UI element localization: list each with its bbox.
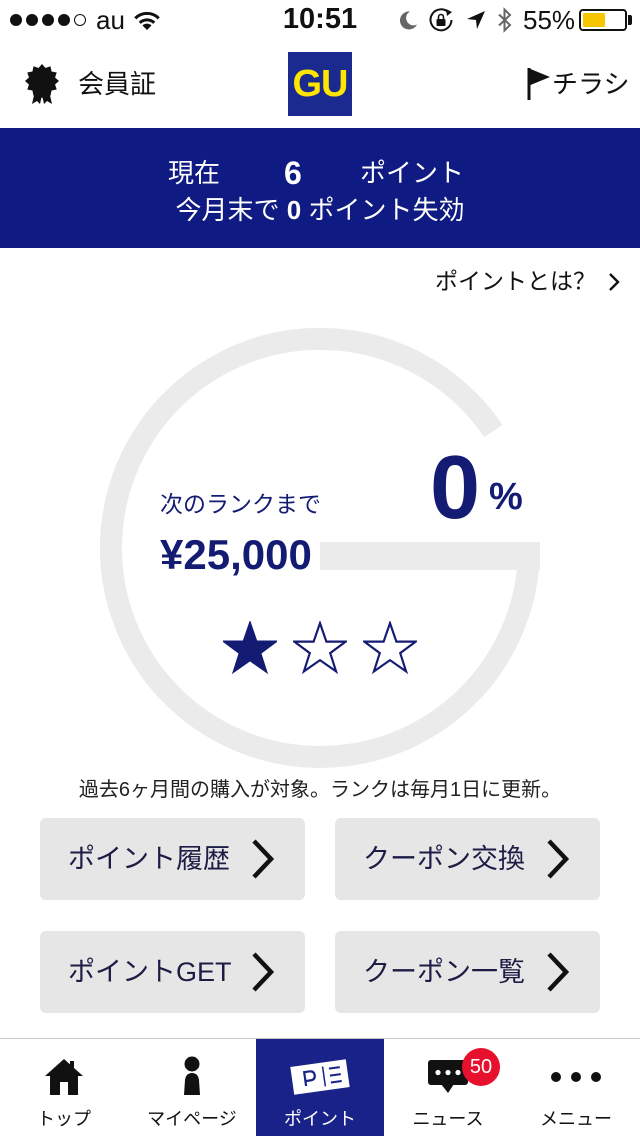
current-label: 現在 [168,158,221,188]
points-banner: 現在 6 ポイント 今月末で 0 ポイント失効 [0,128,640,248]
tab-label: ニュース [412,1109,484,1129]
point-history-button[interactable]: ポイント履歴 [40,818,305,900]
rank-progress-ring [100,327,540,768]
points-unit: ポイント [360,158,465,188]
coupon-exchange-button[interactable]: クーポン交換 [335,818,600,900]
tab-label: メニュー [540,1109,612,1129]
tab-mypage[interactable]: マイページ [128,1039,256,1136]
expiry-line: 今月末で 0 ポイント失効 [0,197,640,223]
star-outline-icon [293,621,347,675]
current-points: 6 [284,155,302,191]
tab-menu[interactable]: メニュー [512,1039,640,1136]
tab-label: ポイント [284,1109,356,1129]
moon-icon [399,11,417,30]
rank-progress-percent: 0 [430,438,481,538]
member-card-label: 会員証 [78,69,157,99]
star-outline-icon [363,621,417,675]
more-dots-icon [551,1072,601,1082]
expiry-prefix: 今月末で [175,195,280,225]
chevron-right-icon [609,272,620,291]
chevron-right-icon [547,952,570,992]
chevron-right-icon [252,952,275,992]
tab-news[interactable]: 50 ニュース [384,1039,512,1136]
person-icon [184,1056,200,1095]
point-history-label: ポイント履歴 [68,843,230,874]
point-get-button[interactable]: ポイントGET [40,931,305,1013]
star-filled-icon [223,621,277,675]
tab-label: マイページ [147,1109,237,1129]
member-card-button[interactable]: 会員証 [24,60,156,108]
about-points-label: ポイントとは？ [435,268,596,294]
tab-label: トップ [37,1109,91,1129]
flyer-label: チラシ [552,69,630,99]
tab-points[interactable]: ポイント [256,1039,384,1136]
battery-terminal [628,15,632,25]
badge-icon [25,64,59,104]
chevron-right-icon [547,839,570,879]
expiry-suffix: ポイント失効 [308,195,465,225]
flyer-button[interactable]: チラシ [526,62,629,106]
location-icon [467,11,485,29]
gu-logo: GU [288,52,352,116]
battery-percentage: 55% [523,5,576,35]
flag-icon [527,68,550,100]
percent-sign: % [489,476,523,518]
bluetooth-icon [498,7,512,33]
amount-to-next-rank: ¥25,000 [160,531,312,578]
rotation-lock-icon [429,8,453,32]
coupon-list-button[interactable]: クーポン一覧 [335,931,600,1013]
about-points-link[interactable]: ポイントとは？ [435,270,620,293]
rank-stars [223,621,417,675]
next-rank-label: 次のランクまで [160,491,321,517]
chevron-right-icon [252,839,275,879]
coupon-exchange-label: クーポン交換 [363,843,525,874]
battery-level-fill [583,13,605,27]
home-icon [45,1059,83,1095]
point-card-icon [290,1059,350,1095]
coupon-list-label: クーポン一覧 [363,956,525,987]
battery-icon [579,9,627,31]
notification-badge: 50 [462,1048,500,1086]
tab-bar: トップ マイページ ポイント 50 ニュース メニュー [0,1038,640,1136]
tab-top[interactable]: トップ [0,1039,128,1136]
point-get-label: ポイントGET [68,956,232,987]
expiring-points: 0 [286,195,302,225]
rank-note: 過去6ヶ月間の購入が対象。ランクは毎月1日に更新。 [78,779,562,801]
